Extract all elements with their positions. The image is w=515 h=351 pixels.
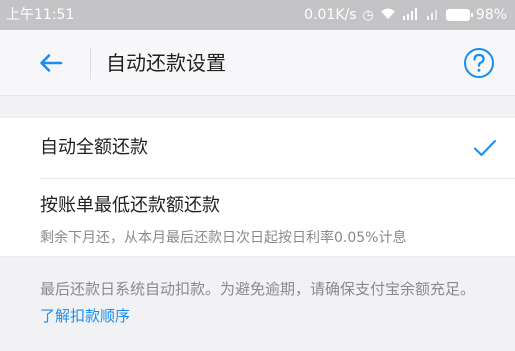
page-title: 自动还款设置 — [106, 51, 226, 75]
network-speed: 0.01K/s — [304, 7, 357, 23]
status-time: 上午11:51 — [6, 7, 75, 23]
option-minimum-repayment[interactable]: 按账单最低还款额还款 剩余下月还，从本月最后还款日次日起按日利率0.05%计息 — [0, 179, 515, 258]
check-icon — [474, 140, 496, 156]
battery-icon — [445, 9, 473, 21]
option-label: 自动全额还款 — [40, 137, 148, 158]
option-description: 剩余下月还，从本月最后还款日次日起按日利率0.05%计息 — [40, 230, 407, 246]
battery-level: 98% — [475, 7, 507, 23]
note-text: 最后还款日系统自动扣款。为避免逾期，请确保支付宝余额充足。 — [40, 280, 476, 298]
alarm-icon: ◷ — [362, 7, 374, 23]
signal-icon — [402, 7, 420, 23]
help-button[interactable] — [463, 47, 495, 79]
option-label: 按账单最低还款额还款 — [40, 195, 220, 216]
repayment-options-list: 自动全额还款 按账单最低还款额还款 剩余下月还，从本月最后还款日次日起按日利率0… — [0, 117, 515, 257]
app-header: 自动还款设置 — [0, 30, 515, 96]
question-circle-icon — [464, 48, 494, 78]
deduction-order-link[interactable]: 了解扣款顺序 — [40, 307, 130, 325]
option-full-repayment[interactable]: 自动全额还款 — [0, 118, 515, 179]
deduction-note: 最后还款日系统自动扣款。为避免逾期，请确保支付宝余额充足。了解扣款顺序 — [40, 276, 490, 330]
status-icons: 0.01K/s ◷ 98% — [304, 0, 507, 30]
arrow-left-icon — [40, 54, 63, 72]
signal-2-icon — [426, 7, 440, 23]
header-divider — [90, 47, 91, 79]
wifi-icon — [380, 7, 396, 23]
back-button[interactable] — [36, 48, 66, 78]
status-bar: 上午11:51 0.01K/s ◷ 98% — [0, 0, 515, 30]
